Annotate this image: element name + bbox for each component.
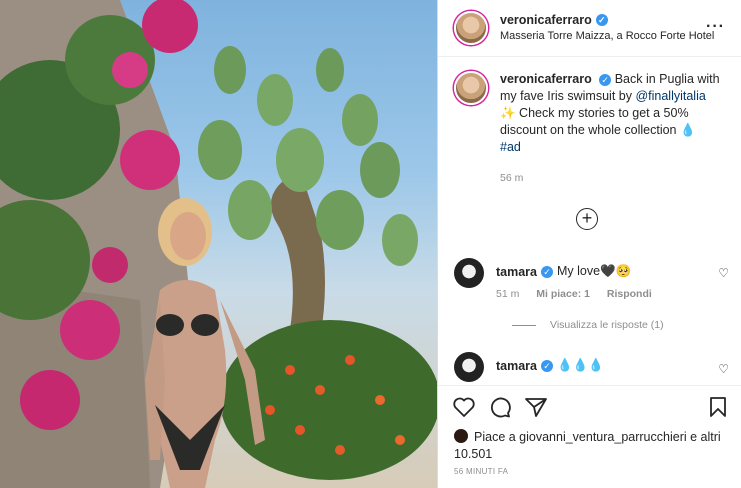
comment-text: 💧💧💧 [557, 358, 604, 372]
caption-avatar[interactable] [454, 71, 488, 105]
caption-username[interactable]: veronicaferraro [500, 72, 592, 86]
post-header: veronicaferraro ✓ Masseria Torre Maizza,… [438, 0, 741, 57]
comment-bubble-icon[interactable] [488, 396, 512, 418]
post-photo[interactable] [0, 0, 437, 488]
post-timestamp[interactable]: 56 MINUTI FA [454, 467, 508, 476]
commenter-avatar[interactable] [454, 258, 484, 288]
comment-time: 51 m [496, 288, 520, 300]
comment-likes[interactable]: Mi piace: 1 [536, 288, 590, 300]
verified-badge-icon: ✓ [541, 265, 553, 278]
comment-reply-button[interactable]: Rispondi [607, 288, 652, 300]
verified-badge-icon: ✓ [541, 359, 553, 372]
view-replies-label: Visualizza le risposte (1) [550, 319, 664, 331]
comment-text: My love🖤🥺 [557, 264, 632, 278]
caption-time: 56 m [500, 172, 524, 184]
comment-username[interactable]: tamara [496, 265, 537, 279]
instagram-post: veronicaferraro ✓ Masseria Torre Maizza,… [0, 0, 741, 488]
post-photo-illustration [0, 0, 437, 488]
caption-hashtag-link[interactable]: #ad [500, 140, 521, 154]
load-more-comments-button[interactable]: + [576, 208, 598, 230]
likes-summary[interactable]: Piace a giovanni_ventura_parrucchieri e … [454, 429, 724, 463]
author-avatar[interactable] [454, 11, 488, 45]
save-bookmark-icon[interactable] [708, 396, 728, 418]
like-comment-heart-icon[interactable]: ♡ [718, 362, 729, 376]
caption-text-2: ✨ Check my stories to get a 50% discount… [500, 106, 696, 137]
comment-username[interactable]: tamara [496, 359, 537, 373]
like-heart-icon[interactable] [452, 396, 476, 418]
commenter-avatar[interactable] [454, 352, 484, 382]
author-username[interactable]: veronicaferraro [500, 12, 592, 28]
likes-text: Piace a giovanni_ventura_parrucchieri e … [454, 430, 721, 461]
like-comment-heart-icon[interactable]: ♡ [718, 266, 729, 280]
verified-badge-icon: ✓ [599, 74, 612, 86]
liker-avatar [454, 429, 468, 443]
verified-badge-icon: ✓ [595, 14, 608, 26]
post-caption: veronicaferraro ✓ Back in Puglia with my… [438, 57, 741, 187]
post-location[interactable]: Masseria Torre Maizza, a Rocco Forte Hot… [500, 28, 714, 44]
view-replies-button[interactable]: Visualizza le risposte (1) [512, 319, 664, 331]
post-sidebar: veronicaferraro ✓ Masseria Torre Maizza,… [437, 0, 741, 488]
caption-mention-link[interactable]: @finallyitalia [635, 89, 705, 103]
more-icon[interactable]: ··· [706, 18, 725, 36]
post-actions-bar [438, 385, 741, 426]
replies-dash [512, 324, 536, 326]
share-paper-plane-icon[interactable] [524, 396, 548, 418]
